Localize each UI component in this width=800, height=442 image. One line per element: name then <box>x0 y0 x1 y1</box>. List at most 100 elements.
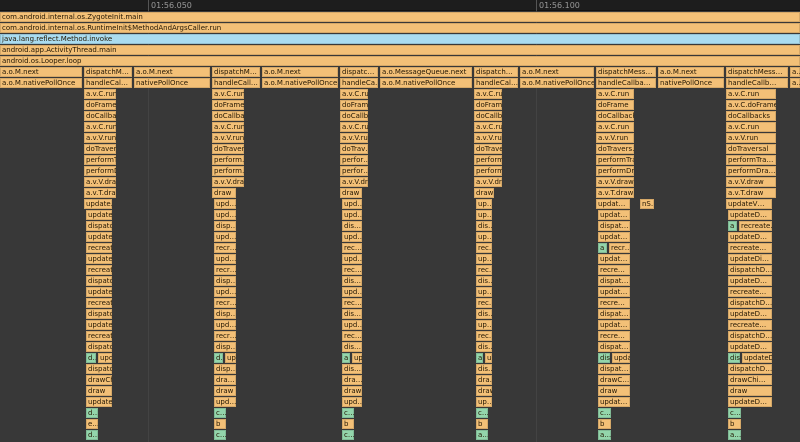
dispatch-flame-frame[interactable]: a.v.V.run <box>84 133 116 143</box>
dispatch-flame-frame[interactable]: doCallba… <box>474 111 502 121</box>
dispatch-flame-frame[interactable]: c… <box>598 408 611 418</box>
dispatch-flame-frame[interactable]: up… <box>476 320 492 330</box>
dispatch-flame-frame[interactable]: a <box>728 221 737 231</box>
dispatch-flame-frame[interactable]: disp… <box>214 221 236 231</box>
dispatch-flame-frame[interactable]: recreate… <box>728 320 772 330</box>
dispatch-flame-frame[interactable]: updateV… <box>726 199 772 209</box>
poll-flame-frame[interactable]: a… <box>790 78 800 88</box>
dispatch-flame-frame[interactable]: a.v.C.run <box>340 89 368 99</box>
dispatch-flame-frame[interactable]: dispatchM… <box>84 67 132 77</box>
dispatch-flame-frame[interactable]: perform… <box>474 155 502 165</box>
dispatch-flame-frame[interactable]: updat… <box>612 353 630 363</box>
dispatch-flame-frame[interactable]: doTraver… <box>474 144 502 154</box>
dispatch-flame-frame[interactable]: doFrame <box>596 100 634 110</box>
dispatch-flame-frame[interactable]: a.v.T.draw <box>84 188 116 198</box>
dispatch-flame-frame[interactable]: a.v.C.doFrame <box>726 100 776 110</box>
dispatch-flame-frame[interactable]: rec… <box>476 331 492 341</box>
dispatch-flame-frame[interactable]: updat… <box>598 397 630 407</box>
dispatch-flame-frame[interactable]: perform… <box>212 166 244 176</box>
dispatch-flame-frame[interactable]: recreate… <box>728 243 772 253</box>
dispatch-flame-frame[interactable]: dis… <box>342 276 362 286</box>
dispatch-flame-frame[interactable]: recr… <box>609 243 630 253</box>
dispatch-flame-frame[interactable]: drawCh… <box>86 375 112 385</box>
dispatch-flame-frame[interactable]: dis… <box>476 364 492 374</box>
dispatch-flame-frame[interactable]: c… <box>342 408 354 418</box>
dispatch-flame-frame[interactable]: doFrame <box>84 100 116 110</box>
dispatch-flame-frame[interactable]: handleCallb… <box>726 78 788 88</box>
dispatch-flame-frame[interactable]: a.v.C.run <box>212 122 244 132</box>
dispatch-flame-frame[interactable]: dispatchD… <box>728 331 772 341</box>
dispatch-flame-frame[interactable]: a <box>476 353 483 363</box>
dispatch-flame-frame[interactable]: update… <box>98 353 112 363</box>
dispatch-flame-frame[interactable]: update… <box>86 397 112 407</box>
dispatch-flame-frame[interactable]: dispat… <box>598 221 630 231</box>
dispatch-flame-frame[interactable]: upd… <box>214 397 236 407</box>
dispatch-flame-frame[interactable]: dispatchD… <box>728 265 772 275</box>
dispatch-flame-frame[interactable]: update… <box>86 254 112 264</box>
dispatch-flame-frame[interactable]: dispatc… <box>86 221 112 231</box>
dispatch-flame-frame[interactable]: dispat… <box>598 276 630 286</box>
dispatch-flame-frame[interactable]: upd… <box>342 254 362 264</box>
dispatch-flame-frame[interactable]: perfor… <box>340 155 368 165</box>
dispatch-flame-frame[interactable]: dis… <box>342 309 362 319</box>
poll-flame-frame[interactable]: a.o.M.nativePollOnce <box>520 78 594 88</box>
dispatch-flame-frame[interactable]: c… <box>476 408 488 418</box>
dispatch-flame-frame[interactable]: dispatc… <box>340 67 378 77</box>
trace-slice[interactable]: android.app.ActivityThread.main <box>0 45 800 55</box>
dispatch-flame-frame[interactable]: dispatchMess… <box>596 67 656 77</box>
dispatch-flame-frame[interactable]: a <box>598 243 607 253</box>
dispatch-flame-frame[interactable]: disp… <box>214 309 236 319</box>
dispatch-flame-frame[interactable]: dis… <box>728 353 740 363</box>
dispatch-flame-frame[interactable]: doCallbacks <box>726 111 776 121</box>
dispatch-flame-frame[interactable]: drawC… <box>598 375 630 385</box>
dispatch-flame-frame[interactable]: updat… <box>598 320 630 330</box>
dispatch-flame-frame[interactable]: doTraver… <box>212 144 244 154</box>
dispatch-flame-frame[interactable]: rec… <box>342 265 362 275</box>
dispatch-flame-frame[interactable]: disp… <box>214 342 236 352</box>
poll-flame-frame[interactable]: a.o.M.nativePollOnce <box>380 78 472 88</box>
dispatch-flame-frame[interactable]: recr… <box>214 331 236 341</box>
dispatch-flame-frame[interactable]: recr… <box>214 243 236 253</box>
dispatch-flame-frame[interactable]: dispatc… <box>86 364 112 374</box>
dispatch-flame-frame[interactable]: a… <box>476 430 488 440</box>
dispatch-flame-frame[interactable]: doFrame <box>212 100 244 110</box>
dispatch-flame-frame[interactable]: updateD… <box>728 342 772 352</box>
dispatch-flame-frame[interactable]: dispat… <box>598 364 630 374</box>
trace-slice[interactable]: com.android.internal.os.RuntimeInit$Meth… <box>0 23 800 33</box>
dispatch-flame-frame[interactable]: performTr… <box>84 155 116 165</box>
dispatch-flame-frame[interactable]: performDra… <box>596 166 634 176</box>
dispatch-flame-frame[interactable]: a.v.V.run <box>726 133 776 143</box>
dispatch-flame-frame[interactable]: doTraversal <box>726 144 776 154</box>
dispatch-flame-frame[interactable]: a.v.T.draw <box>596 188 634 198</box>
dispatch-flame-frame[interactable]: upd… <box>214 320 236 330</box>
dispatch-flame-frame[interactable]: a.v.C.run <box>726 89 776 99</box>
dispatch-flame-frame[interactable]: handleCal… <box>474 78 518 88</box>
dispatch-flame-frame[interactable]: rec… <box>476 298 492 308</box>
dispatch-flame-frame[interactable]: doFrame <box>340 100 368 110</box>
dispatch-flame-frame[interactable]: update… <box>84 199 112 209</box>
dispatch-flame-frame[interactable]: a.v.C.run <box>474 122 502 132</box>
dispatch-flame-frame[interactable]: a.v.V.draw <box>726 177 776 187</box>
dispatch-flame-frame[interactable]: updat… <box>596 199 630 209</box>
dispatch-flame-frame[interactable]: performDra… <box>726 166 776 176</box>
dispatch-flame-frame[interactable]: doCallbacks <box>596 111 634 121</box>
dispatch-flame-frame[interactable]: nS… <box>640 199 654 209</box>
dispatch-flame-frame[interactable]: a.v.V.draw <box>84 177 116 187</box>
dispatch-flame-frame[interactable]: perfor… <box>340 166 368 176</box>
dispatch-flame-frame[interactable]: upd… <box>342 320 362 330</box>
dispatch-flame-frame[interactable]: updat… <box>598 210 630 220</box>
dispatch-flame-frame[interactable]: e… <box>86 419 98 429</box>
poll-flame-frame[interactable]: nativePollOnce <box>134 78 210 88</box>
dispatch-flame-frame[interactable]: disp… <box>214 276 236 286</box>
dispatch-flame-frame[interactable]: updateD… <box>728 276 772 286</box>
dispatch-flame-frame[interactable]: c… <box>728 408 741 418</box>
dispatch-flame-frame[interactable]: a.v.V.run <box>474 133 502 143</box>
dispatch-flame-frame[interactable]: perform… <box>212 155 244 165</box>
dispatch-flame-frame[interactable]: rec… <box>476 243 492 253</box>
dispatch-flame-frame[interactable]: upd… <box>214 287 236 297</box>
timeline-ruler[interactable]: 01:56.050 01:56.100 <box>0 0 800 11</box>
dispatch-flame-frame[interactable]: draw <box>86 386 112 396</box>
dispatch-flame-frame[interactable]: b <box>728 419 741 429</box>
dispatch-flame-frame[interactable]: a.v.V.run <box>212 133 244 143</box>
dispatch-flame-frame[interactable]: a.v.C.run <box>596 122 634 132</box>
